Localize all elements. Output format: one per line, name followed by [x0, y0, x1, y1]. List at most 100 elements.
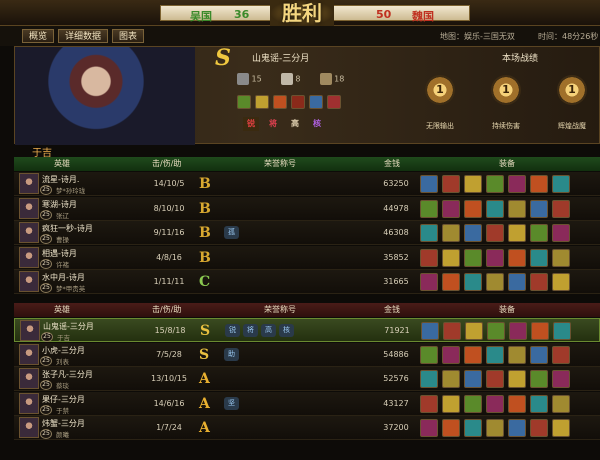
equipment-slot[interactable] — [486, 394, 504, 413]
hero-avatar[interactable] — [19, 417, 39, 438]
equipment-slot[interactable] — [530, 273, 548, 291]
equipment-slot[interactable] — [486, 345, 504, 364]
equipment-slot[interactable] — [442, 224, 460, 242]
player-row[interactable]: 25 小虎-三分月 刘表 7/5/28 S 助 54886 — [14, 342, 600, 367]
player-row[interactable]: 25 炜蟹-三分月 颜曦 1/7/24 A 37200 — [14, 416, 600, 440]
equipment-slot[interactable] — [420, 273, 438, 291]
item-icon[interactable] — [273, 95, 287, 109]
equipment-slot[interactable] — [552, 273, 570, 291]
equipment-slot[interactable] — [552, 419, 570, 437]
equipment-slot[interactable] — [464, 175, 482, 193]
equipment-slot[interactable] — [442, 394, 460, 413]
equipment-slot[interactable] — [465, 322, 483, 340]
equipment-slot[interactable] — [420, 394, 438, 413]
equipment-slot[interactable] — [530, 248, 548, 267]
equipment-slot[interactable] — [508, 199, 526, 218]
equipment-slot[interactable] — [486, 248, 504, 267]
equipment-slot[interactable] — [530, 175, 548, 193]
player-row[interactable]: 25 疯狂一秒-诗月 曹操 9/11/16 B 孤 46308 — [14, 221, 600, 245]
item-icon[interactable] — [255, 95, 269, 109]
equipment-slot[interactable] — [443, 322, 461, 340]
equipment-slot[interactable] — [442, 248, 460, 267]
player-row[interactable]: 25 山鬼谣-三分月 于吉 15/8/18 S 锐将高核 71921 — [14, 318, 600, 342]
equipment-slot[interactable] — [530, 345, 548, 364]
equipment-slot[interactable] — [442, 273, 460, 291]
tab-details[interactable]: 详细数据 — [58, 29, 109, 43]
player-row[interactable]: 25 张子凡-三分月 蔡琰 13/10/15 A 52576 — [14, 367, 600, 391]
equipment-slot[interactable] — [420, 248, 438, 267]
equipment-slot[interactable] — [464, 248, 482, 267]
equipment-slot[interactable] — [508, 248, 526, 267]
equipment-slot[interactable] — [530, 370, 548, 388]
equipment-slot[interactable] — [531, 322, 549, 340]
equipment-slot[interactable] — [464, 370, 482, 388]
equipment-slot[interactable] — [442, 419, 460, 437]
equipment-slot[interactable] — [552, 224, 570, 242]
equipment-slot[interactable] — [464, 199, 482, 218]
hero-avatar[interactable] — [19, 392, 39, 414]
equipment-slot[interactable] — [487, 322, 505, 340]
equipment-slot[interactable] — [464, 345, 482, 364]
equipment-slot[interactable] — [508, 370, 526, 388]
equipment-slot[interactable] — [552, 175, 570, 193]
hero-avatar[interactable] — [19, 271, 39, 292]
equipment-slot[interactable] — [530, 419, 548, 437]
equipment-slot[interactable] — [508, 224, 526, 242]
hero-avatar[interactable] — [19, 246, 39, 268]
equipment-slot[interactable] — [420, 175, 438, 193]
hero-avatar[interactable] — [19, 343, 39, 365]
equipment-slot[interactable] — [486, 224, 504, 242]
equipment-slot[interactable] — [486, 419, 504, 437]
equipment-slot[interactable] — [442, 199, 460, 218]
item-icon[interactable] — [309, 95, 323, 109]
player-row[interactable]: 25 相遇-诗月 许褚 4/8/16 B 35852 — [14, 245, 600, 270]
equipment-slot[interactable] — [530, 394, 548, 413]
equipment-slot[interactable] — [530, 224, 548, 242]
item-icon[interactable] — [237, 95, 251, 109]
equipment-slot[interactable] — [420, 224, 438, 242]
equipment-slot[interactable] — [508, 345, 526, 364]
equipment-slot[interactable] — [552, 248, 570, 267]
hero-avatar[interactable] — [19, 173, 39, 194]
equipment-slot[interactable] — [442, 175, 460, 193]
tab-overview[interactable]: 概览 — [22, 29, 55, 43]
equipment-slot[interactable] — [420, 345, 438, 364]
hero-avatar[interactable] — [20, 320, 40, 341]
equipment-slot[interactable] — [553, 322, 571, 340]
equipment-slot[interactable] — [552, 199, 570, 218]
equipment-slot[interactable] — [464, 273, 482, 291]
tab-chart[interactable]: 图表 — [112, 29, 145, 43]
player-name: 流星-诗月. — [42, 175, 80, 184]
equipment-slot[interactable] — [464, 224, 482, 242]
equipment-slot[interactable] — [464, 394, 482, 413]
equipment-slot[interactable] — [486, 370, 504, 388]
equipment-slot[interactable] — [552, 345, 570, 364]
equipment-slot[interactable] — [464, 419, 482, 437]
player-row[interactable]: 25 水中月-诗月 梦*甲贵英 1/11/11 C 31665 — [14, 270, 600, 294]
equipment-slot[interactable] — [508, 419, 526, 437]
equipment-slot[interactable] — [420, 199, 438, 218]
equipment-slot[interactable] — [486, 199, 504, 218]
equipment-slot[interactable] — [421, 322, 439, 340]
equipment-slot[interactable] — [486, 273, 504, 291]
equipment-slot[interactable] — [420, 370, 438, 388]
item-icon[interactable] — [291, 95, 305, 109]
equipment-slot[interactable] — [508, 273, 526, 291]
equipment-slot[interactable] — [509, 322, 527, 340]
equipment-slot[interactable] — [530, 199, 548, 218]
equipment-slot[interactable] — [486, 175, 504, 193]
equipment-slot[interactable] — [442, 345, 460, 364]
equipment-slot[interactable] — [420, 419, 438, 437]
equipment-slot[interactable] — [508, 394, 526, 413]
equipment-slot[interactable] — [508, 175, 526, 193]
equipment-slot[interactable] — [442, 370, 460, 388]
equipment-slot[interactable] — [552, 394, 570, 413]
player-row[interactable]: 25 流星-诗月. 梦*孙玲珑 14/10/5 B 63250 — [14, 172, 600, 196]
item-icon[interactable] — [327, 95, 341, 109]
player-row[interactable]: 25 果仔-三分月 于禁 14/6/16 A 坚 43127 — [14, 391, 600, 416]
hero-avatar[interactable] — [19, 222, 39, 243]
equipment-slot[interactable] — [552, 370, 570, 388]
player-row[interactable]: 25 寒湖-诗月 张辽 8/10/10 B 44978 — [14, 196, 600, 221]
hero-avatar[interactable] — [19, 368, 39, 389]
hero-avatar[interactable] — [19, 197, 39, 219]
